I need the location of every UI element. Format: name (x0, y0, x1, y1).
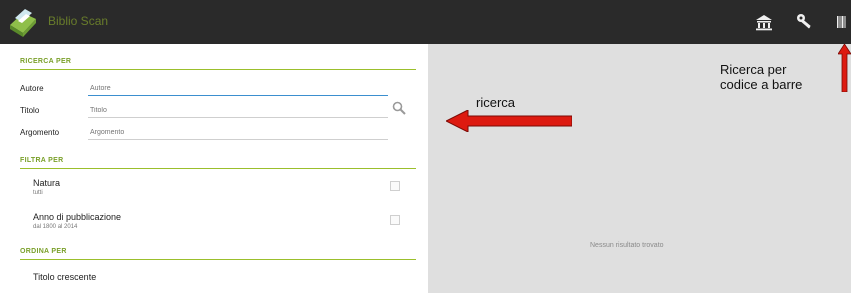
barcode-annotation-line1: Ricerca per (720, 62, 787, 77)
barcode-annotation-line2: codice a barre (720, 77, 803, 92)
search-annotation-arrow (446, 110, 572, 132)
order-title-ascending[interactable]: Titolo crescente (33, 272, 96, 282)
title-input-underline (88, 117, 388, 118)
subject-label: Argomento (20, 128, 60, 137)
empty-results-message: Nessun risultato trovato (590, 242, 664, 249)
filter-section-title: FILTRA PER (20, 157, 64, 164)
search-annotation-label: ricerca (476, 95, 516, 110)
filter-section-divider (20, 168, 416, 169)
author-input[interactable] (90, 83, 380, 94)
filter-nature-checkbox[interactable] (390, 181, 400, 191)
filter-year-title[interactable]: Anno di pubblicazione (33, 212, 121, 222)
app-logo-icon (10, 9, 36, 37)
key-icon[interactable] (795, 12, 815, 32)
top-app-bar: Biblio Scan (0, 0, 851, 44)
author-input-underline (88, 95, 388, 96)
order-section-title: ORDINA PER (20, 248, 67, 255)
filter-year-checkbox[interactable] (390, 215, 400, 225)
search-section-divider (20, 69, 416, 70)
filter-year-value: dal 1800 al 2014 (33, 224, 78, 230)
title-input[interactable] (90, 105, 380, 116)
filter-nature-title[interactable]: Natura (33, 178, 60, 188)
app-title: Biblio Scan (48, 14, 109, 28)
order-section-divider (20, 259, 416, 260)
subject-input-underline (88, 139, 388, 140)
author-label: Autore (20, 84, 44, 93)
subject-input[interactable] (90, 127, 380, 138)
barcode-annotation-arrow (838, 44, 851, 92)
filter-nature-value: tutti (33, 190, 43, 196)
search-icon[interactable] (392, 101, 406, 115)
library-icon[interactable] (754, 12, 774, 32)
title-label: Titolo (20, 106, 40, 115)
search-section-title: RICERCA PER (20, 58, 72, 65)
barcode-icon[interactable] (836, 12, 848, 32)
